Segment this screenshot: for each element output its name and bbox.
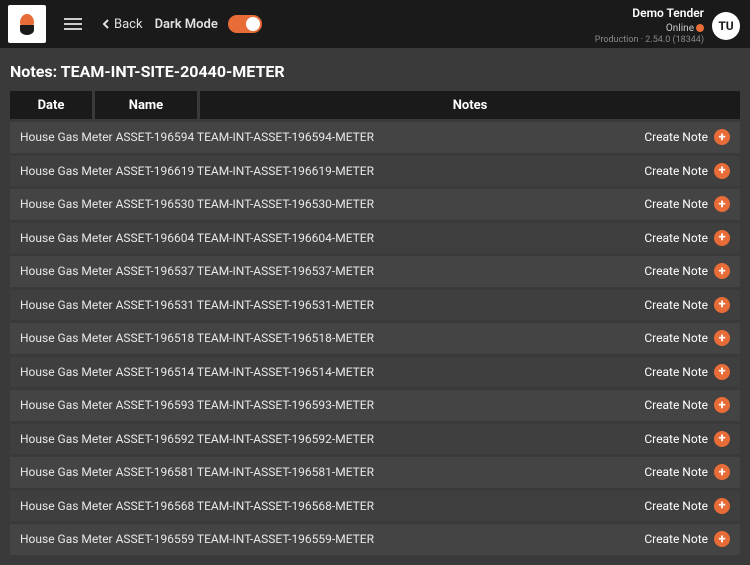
- table-row[interactable]: House Gas Meter ASSET-196592 TEAM-INT-AS…: [10, 424, 740, 455]
- plus-icon: +: [714, 464, 730, 480]
- table-row[interactable]: House Gas Meter ASSET-196581 TEAM-INT-AS…: [10, 457, 740, 488]
- table-row[interactable]: House Gas Meter ASSET-196537 TEAM-INT-AS…: [10, 256, 740, 287]
- table-row[interactable]: House Gas Meter ASSET-196530 TEAM-INT-AS…: [10, 189, 740, 220]
- plus-icon: +: [714, 263, 730, 279]
- create-note-button[interactable]: Create Note +: [644, 230, 730, 246]
- plus-icon: +: [714, 431, 730, 447]
- row-text: House Gas Meter ASSET-196593 TEAM-INT-AS…: [20, 398, 644, 412]
- table-row[interactable]: House Gas Meter ASSET-196619 TEAM-INT-AS…: [10, 156, 740, 187]
- table-row[interactable]: House Gas Meter ASSET-196593 TEAM-INT-AS…: [10, 390, 740, 421]
- table-header: Date Name Notes: [10, 91, 740, 119]
- table-row[interactable]: House Gas Meter ASSET-196531 TEAM-INT-AS…: [10, 290, 740, 321]
- create-note-label: Create Note: [644, 532, 708, 546]
- create-note-label: Create Note: [644, 499, 708, 513]
- plus-icon: +: [714, 330, 730, 346]
- row-text: House Gas Meter ASSET-196581 TEAM-INT-AS…: [20, 465, 644, 479]
- toggle-knob: [246, 17, 260, 31]
- chevron-left-icon: [100, 18, 112, 30]
- create-note-label: Create Note: [644, 365, 708, 379]
- plus-icon: +: [714, 364, 730, 380]
- dark-mode-label: Dark Mode: [155, 15, 262, 33]
- row-text: House Gas Meter ASSET-196619 TEAM-INT-AS…: [20, 164, 644, 178]
- top-bar: Back Dark Mode Demo Tender Online Produc…: [0, 0, 750, 48]
- create-note-button[interactable]: Create Note +: [644, 431, 730, 447]
- table-row[interactable]: House Gas Meter ASSET-196604 TEAM-INT-AS…: [10, 223, 740, 254]
- plus-icon: +: [714, 297, 730, 313]
- row-text: House Gas Meter ASSET-196518 TEAM-INT-AS…: [20, 331, 644, 345]
- create-note-label: Create Note: [644, 164, 708, 178]
- plus-icon: +: [714, 230, 730, 246]
- plus-icon: +: [714, 129, 730, 145]
- create-note-button[interactable]: Create Note +: [644, 163, 730, 179]
- table-row[interactable]: House Gas Meter ASSET-196518 TEAM-INT-AS…: [10, 323, 740, 354]
- dark-mode-toggle[interactable]: [228, 15, 262, 33]
- plus-icon: +: [714, 163, 730, 179]
- online-status: Online: [595, 22, 704, 35]
- back-button[interactable]: Back: [100, 17, 143, 32]
- row-text: House Gas Meter ASSET-196514 TEAM-INT-AS…: [20, 365, 644, 379]
- online-dot-icon: [696, 24, 704, 32]
- user-area: Demo Tender Online Production · 2.54.0 (…: [595, 6, 740, 46]
- page-content: Notes: TEAM-INT-SITE-20440-METER Date Na…: [0, 48, 750, 565]
- column-date[interactable]: Date: [10, 91, 92, 119]
- create-note-button[interactable]: Create Note +: [644, 531, 730, 547]
- create-note-label: Create Note: [644, 264, 708, 278]
- create-note-button[interactable]: Create Note +: [644, 397, 730, 413]
- user-name: Demo Tender: [595, 6, 704, 22]
- create-note-button[interactable]: Create Note +: [644, 129, 730, 145]
- plus-icon: +: [714, 498, 730, 514]
- create-note-button[interactable]: Create Note +: [644, 364, 730, 380]
- plus-icon: +: [714, 196, 730, 212]
- create-note-button[interactable]: Create Note +: [644, 498, 730, 514]
- column-notes[interactable]: Notes: [200, 91, 740, 119]
- avatar[interactable]: TU: [712, 12, 740, 40]
- back-label: Back: [114, 17, 143, 32]
- table-row[interactable]: House Gas Meter ASSET-196568 TEAM-INT-AS…: [10, 491, 740, 522]
- create-note-label: Create Note: [644, 432, 708, 446]
- version-label: Production · 2.54.0 (18344): [595, 35, 704, 47]
- row-text: House Gas Meter ASSET-196568 TEAM-INT-AS…: [20, 499, 644, 513]
- row-text: House Gas Meter ASSET-196530 TEAM-INT-AS…: [20, 197, 644, 211]
- create-note-label: Create Note: [644, 130, 708, 144]
- table-body: House Gas Meter ASSET-196594 TEAM-INT-AS…: [10, 122, 740, 555]
- plus-icon: +: [714, 531, 730, 547]
- row-text: House Gas Meter ASSET-196604 TEAM-INT-AS…: [20, 231, 644, 245]
- row-text: House Gas Meter ASSET-196594 TEAM-INT-AS…: [20, 130, 644, 144]
- create-note-label: Create Note: [644, 197, 708, 211]
- plus-icon: +: [714, 397, 730, 413]
- row-text: House Gas Meter ASSET-196592 TEAM-INT-AS…: [20, 432, 644, 446]
- row-text: House Gas Meter ASSET-196531 TEAM-INT-AS…: [20, 298, 644, 312]
- create-note-label: Create Note: [644, 465, 708, 479]
- create-note-button[interactable]: Create Note +: [644, 196, 730, 212]
- create-note-label: Create Note: [644, 298, 708, 312]
- create-note-label: Create Note: [644, 398, 708, 412]
- app-logo: [8, 5, 46, 43]
- row-text: House Gas Meter ASSET-196537 TEAM-INT-AS…: [20, 264, 644, 278]
- table-row[interactable]: House Gas Meter ASSET-196594 TEAM-INT-AS…: [10, 122, 740, 153]
- create-note-label: Create Note: [644, 331, 708, 345]
- create-note-button[interactable]: Create Note +: [644, 297, 730, 313]
- menu-icon[interactable]: [64, 18, 82, 30]
- create-note-button[interactable]: Create Note +: [644, 263, 730, 279]
- page-title: Notes: TEAM-INT-SITE-20440-METER: [10, 48, 740, 91]
- create-note-label: Create Note: [644, 231, 708, 245]
- create-note-button[interactable]: Create Note +: [644, 464, 730, 480]
- column-name[interactable]: Name: [95, 91, 197, 119]
- table-row[interactable]: House Gas Meter ASSET-196514 TEAM-INT-AS…: [10, 357, 740, 388]
- row-text: House Gas Meter ASSET-196559 TEAM-INT-AS…: [20, 532, 644, 546]
- create-note-button[interactable]: Create Note +: [644, 330, 730, 346]
- table-row[interactable]: House Gas Meter ASSET-196559 TEAM-INT-AS…: [10, 524, 740, 555]
